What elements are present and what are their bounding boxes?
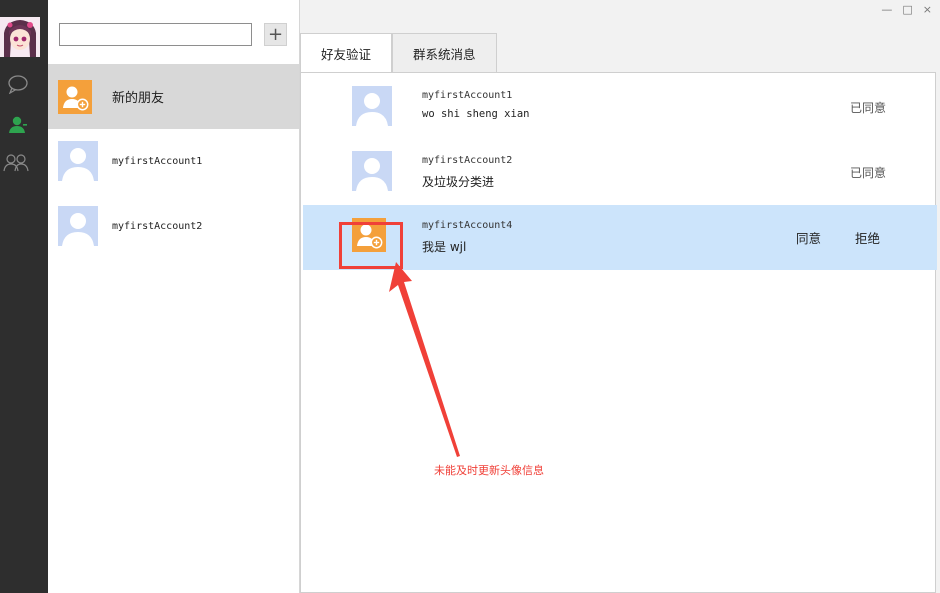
default-avatar-icon [352, 86, 392, 126]
contact-item-label: 新的朋友 [112, 91, 165, 106]
status-badge: 已同意 [850, 166, 887, 180]
request-list: myfirstAccount1 wo shi sheng xian 已同意 my… [300, 72, 937, 593]
search-input[interactable] [59, 23, 252, 46]
user-avatar[interactable] [0, 17, 40, 57]
new-friend-icon [58, 80, 92, 114]
request-name: myfirstAccount4 [422, 220, 513, 231]
tab-friend-verification[interactable]: 好友验证 [300, 33, 393, 73]
contact-icon[interactable] [6, 113, 30, 137]
main-panel: — □ × 好友验证 群系统消息 myfirstAccount1 wo shi … [300, 0, 940, 593]
close-button[interactable]: × [923, 3, 932, 16]
side-rail [0, 0, 48, 593]
maximize-button[interactable]: □ [902, 3, 912, 16]
reject-button[interactable]: 拒绝 [855, 228, 880, 247]
annotation-highlight-box [339, 222, 403, 269]
request-message: wo shi sheng xian [422, 108, 530, 120]
request-message: 我是 wjl [422, 240, 467, 254]
tab-group-system-messages[interactable]: 群系统消息 [392, 33, 497, 72]
contact-item[interactable]: myfirstAccount2 [48, 194, 299, 259]
contact-item-new-friend[interactable]: 新的朋友 [48, 64, 299, 129]
contacts-panel: + 新的朋友 myfirstAccount1 myfirstAccount2 [48, 0, 300, 593]
contact-item-label: myfirstAccount2 [112, 221, 203, 232]
group-icon[interactable] [2, 150, 32, 174]
contact-item[interactable]: myfirstAccount1 [48, 129, 299, 194]
chat-bubble-icon[interactable] [6, 72, 30, 96]
request-row[interactable]: myfirstAccount2 及垃圾分类进 已同意 [303, 140, 937, 205]
window-controls: — □ × [872, 0, 940, 18]
contact-item-label: myfirstAccount1 [112, 156, 203, 167]
request-message: 及垃圾分类进 [422, 175, 495, 189]
request-row[interactable]: myfirstAccount1 wo shi sheng xian 已同意 [303, 75, 937, 140]
minimize-button[interactable]: — [881, 3, 892, 16]
request-name: myfirstAccount1 [422, 90, 513, 101]
default-avatar-icon [58, 141, 98, 181]
tab-bar: 好友验证 群系统消息 [300, 33, 497, 73]
agree-button[interactable]: 同意 [796, 228, 821, 247]
default-avatar-icon [58, 206, 98, 246]
add-button[interactable]: + [264, 23, 287, 46]
request-name: myfirstAccount2 [422, 155, 513, 166]
status-badge: 已同意 [850, 101, 887, 115]
default-avatar-icon [352, 151, 392, 191]
annotation-text: 未能及时更新头像信息 [434, 464, 544, 477]
